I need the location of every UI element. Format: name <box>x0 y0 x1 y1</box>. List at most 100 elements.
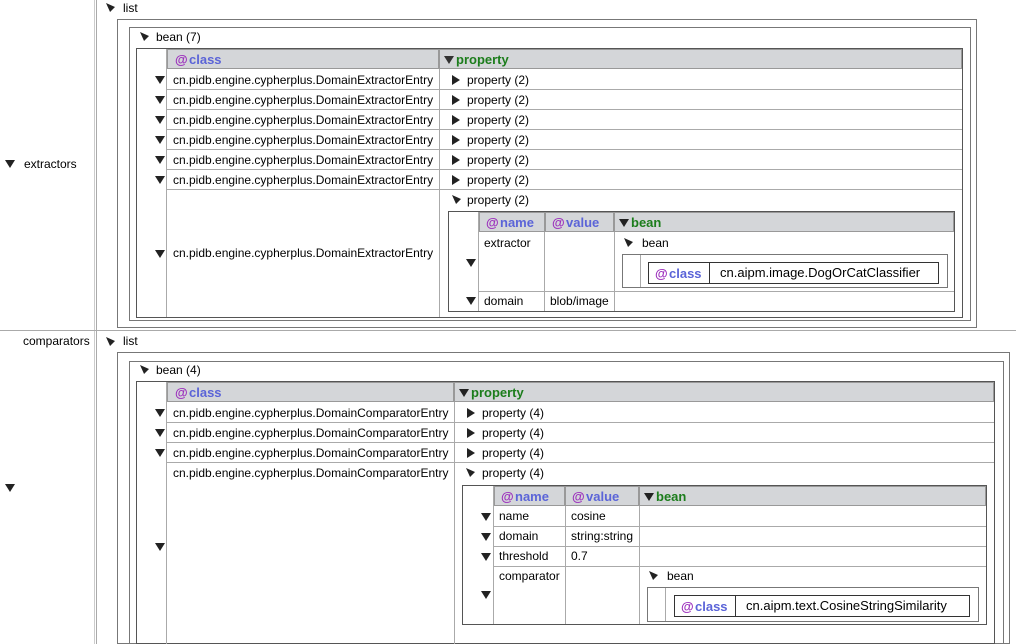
row-property-expand-icon[interactable] <box>452 155 460 165</box>
cdomain-prop-value: string:string <box>571 529 634 543</box>
row-property-expand-icon[interactable] <box>467 448 475 458</box>
threshold-prop-toggle-icon[interactable] <box>481 553 491 561</box>
class-key-label: class <box>669 266 702 281</box>
ext-prop-row-line <box>478 291 954 292</box>
row-toggle-icon[interactable] <box>155 156 165 164</box>
row-property-label: property (2) <box>467 113 530 127</box>
row-class: cn.pidb.engine.cypherplus.DomainExtracto… <box>173 153 434 167</box>
extractors-value-header[interactable]: @ value <box>545 212 614 232</box>
extractor-class-value-cell: cn.aipm.image.DogOrCatClassifier <box>709 262 939 284</box>
extractor-bean-col <box>640 255 641 287</box>
comparators-row-4-toggle-icon[interactable] <box>155 543 165 551</box>
comparators-mid-col-line <box>454 402 455 644</box>
row-property-expand-icon[interactable] <box>452 95 460 105</box>
at-symbol: @ <box>175 385 188 400</box>
row-divider <box>167 189 962 190</box>
extractors-toggle-icon[interactable] <box>5 160 15 168</box>
property-header-label: property <box>471 385 524 400</box>
row-property-expand-icon[interactable] <box>452 75 460 85</box>
name-prop-toggle-icon[interactable] <box>481 513 491 521</box>
ext-prop-col-a <box>478 212 479 311</box>
extractors-row-7-property-label: property (2) <box>467 193 530 207</box>
comparators-list-label: list <box>123 334 138 348</box>
cmp-prop-col-b <box>565 506 566 624</box>
at-symbol: @ <box>501 489 514 504</box>
comparators-property-header[interactable]: property <box>454 382 994 402</box>
extractor-class-value: cn.aipm.image.DogOrCatClassifier <box>720 265 921 280</box>
row-property-expand-icon[interactable] <box>467 428 475 438</box>
comparators-bean-header[interactable]: bean <box>639 486 986 506</box>
domain-prop-name: domain <box>484 294 524 308</box>
comparators-class-header[interactable]: @ class <box>167 382 454 402</box>
comparators-bean-label: bean (4) <box>156 363 201 377</box>
row-divider <box>167 149 962 150</box>
comparators-name-header[interactable]: @ name <box>494 486 565 506</box>
comparator-prop-toggle-icon[interactable] <box>481 591 491 599</box>
row-property-label: property (2) <box>467 153 530 167</box>
cmp-prop-col-a <box>493 486 494 624</box>
extractors-list-collapse-icon[interactable] <box>106 3 115 12</box>
cdomain-prop-name: domain <box>499 529 539 543</box>
row-toggle-icon[interactable] <box>155 116 165 124</box>
row-toggle-icon[interactable] <box>155 429 165 437</box>
row-property-expand-icon[interactable] <box>452 135 460 145</box>
row-toggle-icon[interactable] <box>155 136 165 144</box>
property-header-toggle-icon[interactable] <box>444 56 454 64</box>
property-header-toggle-icon[interactable] <box>459 389 469 397</box>
name-header-label: name <box>515 489 549 504</box>
row-class: cn.pidb.engine.cypherplus.DomainExtracto… <box>173 93 434 107</box>
extractors-name-header[interactable]: @ name <box>479 212 545 232</box>
extractors-row-7-class: cn.pidb.engine.cypherplus.DomainExtracto… <box>173 246 434 260</box>
extractors-list-label: list <box>123 1 138 15</box>
row-toggle-icon[interactable] <box>155 96 165 104</box>
domain-prop-toggle-icon[interactable] <box>466 297 476 305</box>
root-divider-left-2 <box>94 0 95 644</box>
row-class: cn.pidb.engine.cypherplus.DomainComparat… <box>173 446 449 460</box>
extractor-prop-toggle-icon[interactable] <box>466 259 476 267</box>
row-property-label: property (2) <box>467 173 530 187</box>
row-class: cn.pidb.engine.cypherplus.DomainExtracto… <box>173 173 434 187</box>
row-divider <box>167 462 994 463</box>
row-property-label: property (2) <box>467 133 530 147</box>
comparator-class-value: cn.aipm.text.CosineStringSimilarity <box>746 598 947 613</box>
row-property-expand-icon[interactable] <box>452 175 460 185</box>
row-property-label: property (4) <box>482 426 545 440</box>
row-toggle-icon[interactable] <box>155 76 165 84</box>
row-class: cn.pidb.engine.cypherplus.DomainExtracto… <box>173 133 434 147</box>
bean-header-label: bean <box>656 489 687 504</box>
comparator-class-cell: @ class <box>674 595 736 617</box>
bean-header-toggle-icon[interactable] <box>619 219 629 227</box>
extractors-bean-header[interactable]: bean <box>614 212 954 232</box>
row-divider <box>167 169 962 170</box>
at-symbol: @ <box>655 266 668 281</box>
bean-header-toggle-icon[interactable] <box>644 493 654 501</box>
at-symbol: @ <box>572 489 585 504</box>
comparators-toggle-icon[interactable] <box>5 484 15 492</box>
row-property-label: property (2) <box>467 73 530 87</box>
row-property-expand-icon[interactable] <box>452 115 460 125</box>
row-divider <box>167 89 962 90</box>
extractor-prop-name: extractor <box>484 236 531 250</box>
comparators-value-header[interactable]: @ value <box>565 486 639 506</box>
row-divider <box>167 442 994 443</box>
cdomain-prop-toggle-icon[interactable] <box>481 533 491 541</box>
comparators-key: comparators <box>23 334 90 348</box>
extractors-property-header[interactable]: property <box>439 49 962 69</box>
comparators-row-4-property-label: property (4) <box>482 466 545 480</box>
row-class: cn.pidb.engine.cypherplus.DomainComparat… <box>173 426 449 440</box>
row-property-label: property (4) <box>482 446 545 460</box>
property-header-label: property <box>456 52 509 67</box>
extractors-row-7-toggle-icon[interactable] <box>155 250 165 258</box>
row-toggle-icon[interactable] <box>155 449 165 457</box>
class-header-label: class <box>189 385 222 400</box>
domain-prop-value: blob/image <box>550 294 609 308</box>
row-property-expand-icon[interactable] <box>467 408 475 418</box>
at-symbol: @ <box>552 215 565 230</box>
name-prop-value: cosine <box>571 509 606 523</box>
row-toggle-icon[interactable] <box>155 176 165 184</box>
cmp-prop-row-line-1 <box>493 526 986 527</box>
row-toggle-icon[interactable] <box>155 409 165 417</box>
row-property-label: property (2) <box>467 93 530 107</box>
comparators-list-collapse-icon[interactable] <box>106 337 115 346</box>
extractors-class-header[interactable]: @ class <box>167 49 439 69</box>
